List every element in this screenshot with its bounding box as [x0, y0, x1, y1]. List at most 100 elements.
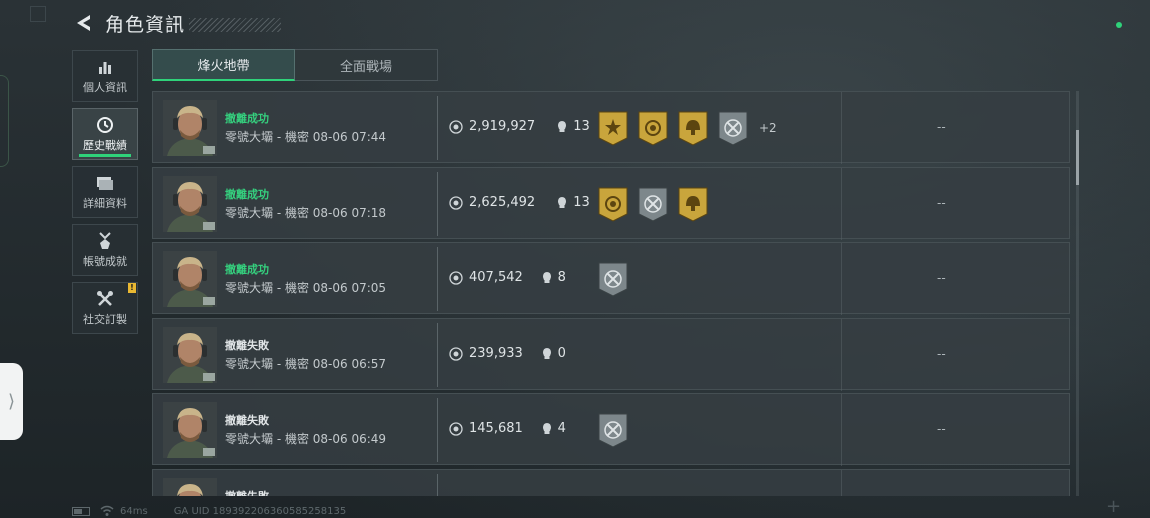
skull-icon [542, 272, 551, 284]
sidebar-item-label: 帳號成就 [83, 254, 127, 268]
match-row[interactable]: 撤離失敗 零號大壩 - 機密 08-06 06:49 145,681 4 -- [152, 393, 1070, 467]
kill-count: 0 [557, 345, 566, 361]
sidebar-item-label: 歷史戰績 [83, 138, 127, 152]
ping-value: 64ms [120, 505, 148, 517]
wifi-icon [100, 505, 114, 516]
column-divider [841, 318, 842, 391]
medal-badges: +2 [597, 110, 777, 146]
helmet-medal-icon[interactable] [677, 186, 709, 222]
online-status-dot [1116, 22, 1122, 28]
mode-tabs: 烽火地帶 全面戰場 [152, 49, 438, 81]
extraction-status: 撤離失敗 [225, 488, 269, 496]
match-detail: 零號大壩 - 機密 08-06 07:18 [225, 205, 387, 220]
kill-count: 13 [573, 194, 590, 210]
row-divider [437, 96, 438, 160]
crossed-arrows-icon[interactable] [637, 186, 669, 222]
currency-icon [449, 195, 463, 210]
skull-icon [558, 121, 567, 132]
medal-badges [597, 186, 717, 222]
operator-avatar [163, 478, 217, 496]
skull-icon [558, 196, 567, 208]
match-row[interactable]: 撤離成功 零號大壩 - 機密 08-06 07:18 2,625,492 13 -- [152, 166, 1070, 240]
operator-avatar [163, 251, 217, 308]
currency-icon [449, 422, 463, 437]
medal-badges [597, 261, 637, 297]
page-title: 角色資訊 [105, 13, 186, 36]
page-header: 角色資訊 [72, 8, 282, 38]
helmet-medal-icon[interactable] [677, 110, 709, 146]
column-divider [841, 394, 842, 467]
tools-icon [95, 290, 115, 308]
kill-count: 13 [573, 119, 590, 134]
currency-icon [449, 271, 463, 285]
kill-count: 8 [557, 270, 566, 286]
crosshair-plus-icon: + [1106, 496, 1122, 517]
sidebar-item-social-custom[interactable]: ! 社交訂製 [72, 282, 138, 334]
row-divider [437, 171, 438, 236]
match-detail: 零號大壩 - 機密 08-06 06:49 [225, 432, 387, 447]
target-medal-icon[interactable] [637, 110, 669, 146]
medal-icon [95, 231, 115, 250]
match-history-list: 撤離成功 零號大壩 - 機密 08-06 07:44 2,919,927 13 +2 --… [152, 91, 1070, 496]
extract-value: 145,681 [469, 421, 523, 437]
operator-avatar [163, 326, 217, 383]
extraction-status: 撤離失敗 [225, 338, 269, 352]
title-decoration [189, 18, 282, 32]
skull-icon [542, 347, 551, 359]
chevron-right-icon: ⟩ [7, 391, 16, 412]
more-medals-count[interactable]: +2 [759, 121, 777, 135]
operator-avatar [163, 402, 217, 459]
row-divider [437, 322, 438, 387]
corner-frame-mark [30, 6, 46, 22]
tab-total-warfare[interactable]: 全面戰場 [295, 49, 438, 81]
extraction-status: 撤離成功 [225, 187, 269, 201]
sidebar-item-achievements[interactable]: 帳號成就 [72, 224, 138, 276]
folder-icon [95, 174, 115, 192]
sidebar-item-details[interactable]: 詳細資料 [72, 166, 138, 218]
sidebar-item-match-history[interactable]: 歷史戰績 [72, 108, 138, 160]
row-divider [437, 398, 438, 463]
clock-icon [95, 116, 115, 134]
crossed-arrows-icon[interactable] [597, 261, 629, 297]
row-divider [437, 247, 438, 312]
extra-info: -- [937, 346, 946, 361]
extract-value: 239,933 [469, 345, 523, 361]
extraction-status: 撤離成功 [225, 112, 269, 125]
extra-info: -- [937, 271, 946, 286]
medal-badges [597, 412, 637, 448]
tab-hazard-zone[interactable]: 烽火地帶 [152, 49, 295, 81]
extraction-status: 撤離失敗 [225, 414, 269, 428]
skull-icon [542, 423, 551, 435]
battery-icon [72, 506, 90, 516]
extraction-status: 撤離成功 [225, 263, 269, 277]
back-arrow-icon [77, 15, 90, 31]
sidebar-item-label: 個人資訊 [83, 80, 127, 94]
user-uid: GA UID 189392206360585258135 [173, 505, 347, 517]
match-row[interactable]: 撤離失敗 零號大壩 - 機密 08-06 06:57 239,933 0 -- [152, 317, 1070, 391]
row-divider [437, 474, 438, 496]
side-drawer-handle[interactable]: ⟩ [0, 363, 23, 440]
match-row[interactable]: 撤離成功零號大壩 - 機密 08-06 07:44 2,919,927 13 +2 -- [152, 91, 1070, 164]
column-divider [841, 92, 842, 164]
back-button[interactable] [72, 11, 96, 35]
sun-medal-icon[interactable] [597, 110, 629, 146]
crossed-arrows-icon[interactable] [597, 412, 629, 448]
sidebar-item-personal-info[interactable]: 個人資訊 [72, 50, 138, 102]
scrollbar-thumb[interactable] [1076, 130, 1079, 185]
crossed-arrows-icon[interactable] [717, 110, 749, 146]
match-row[interactable]: 撤離失敗 [152, 469, 1070, 496]
match-row[interactable]: 撤離成功零號大壩 - 機密 08-06 07:05 407,542 8 -- [152, 242, 1070, 316]
status-footer: 64ms GA UID 189392206360585258135 [72, 505, 346, 517]
match-detail: 零號大壩 - 機密 08-06 07:05 [225, 281, 387, 296]
column-divider [841, 470, 842, 496]
match-detail: 零號大壩 - 機密 08-06 07:44 [225, 130, 387, 144]
sidebar-item-label: 詳細資料 [83, 196, 127, 210]
extra-info: -- [937, 422, 946, 437]
extra-info: -- [937, 120, 946, 134]
extract-value: 2,919,927 [469, 119, 536, 134]
extract-value: 2,625,492 [469, 194, 536, 210]
target-medal-icon[interactable] [597, 186, 629, 222]
extract-value: 407,542 [469, 270, 523, 286]
currency-icon [449, 347, 463, 361]
left-edge-frame [0, 75, 9, 167]
